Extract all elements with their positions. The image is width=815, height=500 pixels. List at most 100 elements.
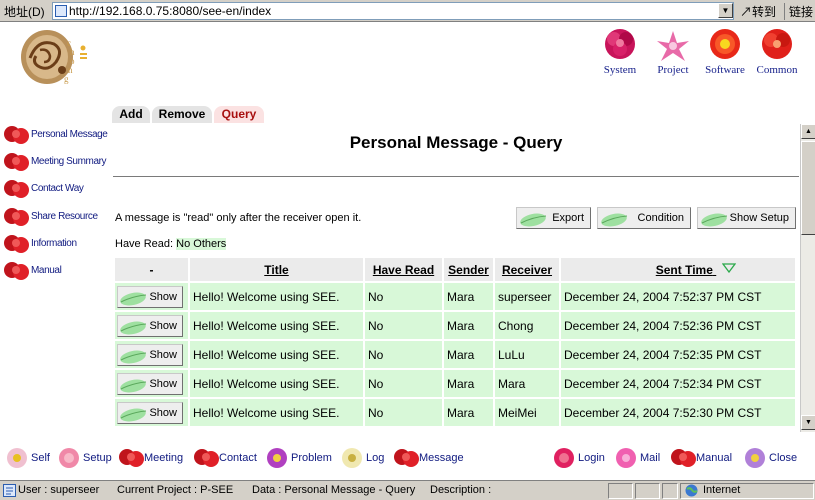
nav-problem-label: Problem — [291, 452, 332, 464]
rose-icon — [119, 449, 144, 467]
sent-time-cell: December 24, 2004 7:52:37 PM CST — [561, 283, 795, 310]
table-row: Show Hello! Welcome using SEE. No Mara s… — [115, 283, 795, 310]
tab-add[interactable]: Add — [112, 106, 150, 123]
col-action: - — [115, 258, 188, 281]
action-cell: Show — [115, 283, 188, 310]
show-setup-label: Show Setup — [729, 212, 789, 224]
page-status-icon — [3, 484, 16, 497]
rose-icon — [4, 262, 29, 280]
aster-icon — [267, 448, 287, 468]
tab-remove[interactable]: Remove — [152, 106, 212, 123]
col-title[interactable]: Title — [190, 258, 363, 281]
svg-text:g: g — [64, 74, 69, 84]
menu-manual[interactable]: Manual — [2, 260, 114, 282]
scroll-down-button[interactable]: ▼ — [801, 415, 815, 430]
receiver-cell: Mara — [495, 370, 559, 397]
rose-icon — [4, 153, 29, 171]
status-data: Data : Personal Message - Query — [252, 484, 416, 496]
rose-icon — [4, 180, 29, 198]
status-description: Description : — [430, 484, 492, 496]
scroll-up-button[interactable]: ▲ — [801, 124, 815, 139]
export-label: Export — [552, 212, 584, 224]
menu-meeting-summary[interactable]: Meeting Summary — [2, 151, 114, 173]
nav-self-label: Self — [31, 452, 50, 464]
sent-time-cell: December 24, 2004 7:52:30 PM CST — [561, 399, 795, 426]
links-button[interactable]: 链接 — [784, 3, 813, 20]
status-zone: Internet — [703, 484, 741, 496]
col-sender[interactable]: Sender — [444, 258, 493, 281]
nav-message-label: Message — [419, 452, 464, 464]
title-divider — [113, 176, 799, 177]
have-read-cell: No — [365, 370, 442, 397]
url-field[interactable]: http://192.168.0.75:8080/see-en/index — [52, 2, 734, 20]
sender-cell: Mara — [444, 312, 493, 339]
show-button[interactable]: Show — [117, 401, 183, 424]
nav-system[interactable]: System — [592, 27, 648, 76]
show-button[interactable]: Show — [117, 343, 183, 366]
have-read-cell: No — [365, 312, 442, 339]
nav-contact-label: Contact — [219, 452, 257, 464]
leaf-icon — [120, 350, 147, 363]
rose-icon — [394, 449, 419, 467]
sort-desc-icon — [721, 262, 737, 273]
leaf-icon — [120, 379, 147, 392]
table-row: Show Hello! Welcome using SEE. No Mara M… — [115, 370, 795, 397]
menu-personal-message-label: Personal Message — [31, 129, 108, 140]
show-button[interactable]: Show — [117, 372, 183, 395]
nav-meeting-label: Meeting — [144, 452, 184, 464]
menu-information[interactable]: Information — [2, 233, 114, 255]
lily-icon — [342, 448, 362, 468]
table-row: Show Hello! Welcome using SEE. No Mara L… — [115, 341, 795, 368]
address-bar: 地址(D) http://192.168.0.75:8080/see-en/in… — [0, 0, 815, 22]
col-have-read[interactable]: Have Read — [365, 258, 442, 281]
table-row: Show Hello! Welcome using SEE. No Mara C… — [115, 312, 795, 339]
status-user: User : superseer — [18, 484, 100, 496]
project-flower-icon — [657, 31, 689, 61]
menu-personal-message[interactable]: Personal Message — [2, 124, 114, 146]
tab-query[interactable]: Query — [214, 106, 264, 123]
vertical-scrollbar[interactable]: ▲ ▼ — [800, 124, 815, 432]
go-button[interactable]: ↗转到 — [740, 3, 776, 20]
message-table: - Title Have Read Sender Receiver Sent T… — [113, 256, 797, 428]
rose-icon — [671, 449, 696, 467]
col-sent-time[interactable]: Sent Time — [561, 258, 795, 281]
have-read-value[interactable]: No Others — [176, 238, 227, 250]
software-flower-icon — [710, 29, 740, 59]
show-setup-button[interactable]: Show Setup — [697, 207, 796, 229]
title-cell: Hello! Welcome using SEE. — [190, 370, 363, 397]
sender-cell: Mara — [444, 399, 493, 426]
url-dropdown-button[interactable]: ▼ — [718, 3, 733, 18]
have-read-label: Have Read: — [115, 238, 174, 250]
scroll-thumb[interactable] — [801, 141, 815, 235]
carnation-icon — [59, 448, 79, 468]
svg-text:n: n — [68, 65, 73, 75]
show-button[interactable]: Show — [117, 314, 183, 337]
menu-contact-way[interactable]: Contact Way — [2, 178, 114, 200]
read-notice: A message is "read" only after the recei… — [115, 212, 362, 224]
receiver-cell: superseer — [495, 283, 559, 310]
status-bar: User : superseer Current Project : P-SEE… — [0, 480, 815, 500]
nav-common[interactable]: Common — [749, 27, 805, 76]
status-project: Current Project : P-SEE — [117, 484, 234, 496]
leaf-icon — [120, 321, 147, 334]
nav-project[interactable]: Project — [645, 27, 701, 76]
status-pane — [662, 483, 678, 499]
nav-common-label: Common — [756, 64, 798, 76]
condition-button[interactable]: Condition — [597, 207, 691, 229]
col-receiver[interactable]: Receiver — [495, 258, 559, 281]
show-button[interactable]: Show — [117, 285, 183, 308]
menu-information-label: Information — [31, 238, 77, 249]
rose-icon — [4, 208, 29, 226]
common-flower-icon — [762, 29, 792, 59]
nav-software-label: Software — [705, 64, 745, 76]
action-cell: Show — [115, 312, 188, 339]
menu-share-resource[interactable]: Share Resource — [2, 206, 114, 228]
page-icon — [55, 5, 67, 17]
export-button[interactable]: Export — [516, 207, 591, 229]
go-arrow-icon: ↗ — [740, 5, 753, 19]
show-label: Show — [149, 377, 177, 390]
receiver-cell: Chong — [495, 312, 559, 339]
col-sent-time-label: Sent Time — [655, 262, 713, 277]
url-text: http://192.168.0.75:8080/see-en/index — [69, 4, 272, 18]
nav-software[interactable]: Software — [697, 27, 753, 76]
